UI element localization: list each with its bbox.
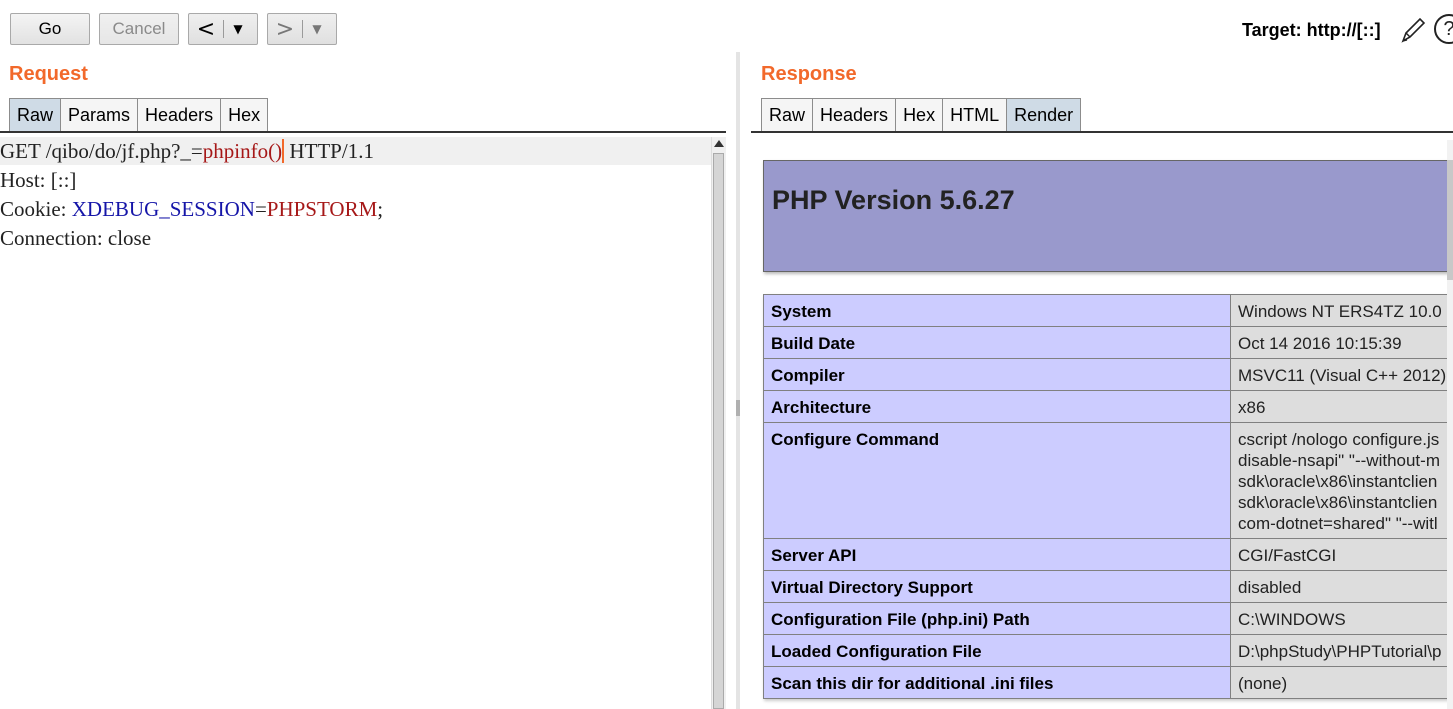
tab-underline — [0, 131, 726, 133]
value-line: sdk\oracle\x86\instantclien — [1238, 493, 1438, 512]
table-row: Server API CGI/FastCGI — [763, 538, 1447, 571]
request-tabs: Raw Params Headers Hex — [9, 98, 269, 132]
row-value: Oct 14 2016 10:15:39 — [1230, 326, 1447, 359]
tab-raw[interactable]: Raw — [761, 98, 814, 132]
request-line-2: Host: [::] — [0, 168, 77, 192]
row-key: Compiler — [763, 358, 1231, 391]
splitter-grip — [736, 400, 740, 416]
php-version-header: PHP Version 5.6.27 — [763, 160, 1447, 272]
scroll-up-icon[interactable] — [714, 140, 724, 147]
row-value: CGI/FastCGI — [1230, 538, 1447, 571]
row-value: D:\phpStudy\PHPTutorial\p — [1230, 634, 1447, 667]
table-row: Configure Command cscript /nologo config… — [763, 422, 1447, 539]
forward-arrow-icon: > — [275, 16, 295, 42]
table-row: Scan this dir for additional .ini files(… — [763, 666, 1447, 699]
row-value: cscript /nologo configure.js disable-nsa… — [1230, 422, 1447, 539]
tab-params[interactable]: Params — [60, 98, 139, 132]
table-row: Loaded Configuration File D:\phpStudy\PHP… — [763, 634, 1447, 667]
phpinfo-table: System Windows NT ERS4TZ 10.0 Build Date O… — [763, 294, 1447, 699]
tab-html[interactable]: HTML — [942, 98, 1008, 132]
request-scrollbar[interactable] — [711, 137, 726, 709]
request-line-4: Connection: close — [0, 226, 152, 250]
response-title: Response — [761, 63, 857, 85]
request-line-1: GET /qibo/do/jf.php?_=phpinfo() HTTP/1.1 — [0, 139, 374, 163]
forward-button[interactable]: > ▼ — [267, 13, 337, 45]
row-key: System — [763, 294, 1231, 327]
tab-hex[interactable]: Hex — [220, 98, 269, 132]
scrollbar-thumb[interactable] — [713, 153, 724, 709]
row-value: x86 — [1230, 390, 1447, 423]
request-title: Request — [9, 63, 88, 85]
render-view: PHP Version 5.6.27 System Windows NT ERS4… — [751, 140, 1447, 709]
help-icon[interactable]: ? — [1434, 14, 1453, 44]
row-value: MSVC11 (Visual C++ 2012) — [1230, 358, 1447, 391]
tab-raw[interactable]: Raw — [9, 98, 62, 132]
row-key: Virtual Directory Support — [763, 570, 1231, 603]
edit-pencil-icon[interactable] — [1398, 14, 1428, 46]
request-line-3: Cookie: XDEBUG_SESSION=PHPSTORM; — [0, 197, 384, 221]
row-value: (none) — [1230, 666, 1447, 699]
row-key: Loaded Configuration File — [763, 634, 1231, 667]
value-line: sdk\oracle\x86\instantclien — [1238, 472, 1438, 491]
tab-headers[interactable]: Headers — [812, 98, 897, 132]
table-row: Configuration File (php.ini) Path C:\WIND… — [763, 602, 1447, 635]
row-value: C:\WINDOWS — [1230, 602, 1447, 635]
table-row: Virtual Directory Support disabled — [763, 570, 1447, 603]
row-key: Configure Command — [763, 422, 1231, 539]
row-key: Server API — [763, 538, 1231, 571]
chevron-down-icon[interactable]: ▼ — [224, 22, 252, 36]
response-scrollbar[interactable] — [1447, 140, 1453, 709]
tab-underline — [751, 131, 1453, 133]
request-editor[interactable]: GET /qibo/do/jf.php?_=phpinfo() HTTP/1.1… — [0, 137, 711, 709]
target-label: Target: http://[::] — [1242, 20, 1381, 40]
table-row: Architecture x86 — [763, 390, 1447, 423]
table-row: Compiler MSVC11 (Visual C++ 2012) — [763, 358, 1447, 391]
tab-hex[interactable]: Hex — [895, 98, 944, 132]
value-line: com-dotnet=shared" "--witl — [1238, 514, 1438, 533]
row-value: Windows NT ERS4TZ 10.0 — [1230, 294, 1447, 327]
value-line: disable-nsapi" "--without-m — [1238, 451, 1440, 470]
back-button[interactable]: < ▼ — [188, 13, 258, 45]
cancel-button[interactable]: Cancel — [99, 13, 179, 45]
back-arrow-icon: < — [196, 16, 216, 42]
scrollbar-thumb[interactable] — [1447, 160, 1453, 280]
pane-splitter[interactable] — [736, 52, 740, 709]
go-button[interactable]: Go — [10, 13, 90, 45]
value-line: cscript /nologo configure.js — [1238, 430, 1440, 449]
row-key: Architecture — [763, 390, 1231, 423]
row-key: Configuration File (php.ini) Path — [763, 602, 1231, 635]
row-value: disabled — [1230, 570, 1447, 603]
tab-render[interactable]: Render — [1006, 98, 1082, 132]
chevron-down-icon[interactable]: ▼ — [303, 22, 331, 36]
table-row: Build Date Oct 14 2016 10:15:39 — [763, 326, 1447, 359]
response-tabs: Raw Headers Hex HTML Render — [761, 98, 1082, 132]
row-key: Build Date — [763, 326, 1231, 359]
row-key: Scan this dir for additional .ini files — [763, 666, 1231, 699]
tab-headers[interactable]: Headers — [137, 98, 222, 132]
php-version-title: PHP Version 5.6.27 — [772, 185, 1015, 215]
table-row: System Windows NT ERS4TZ 10.0 — [763, 294, 1447, 327]
